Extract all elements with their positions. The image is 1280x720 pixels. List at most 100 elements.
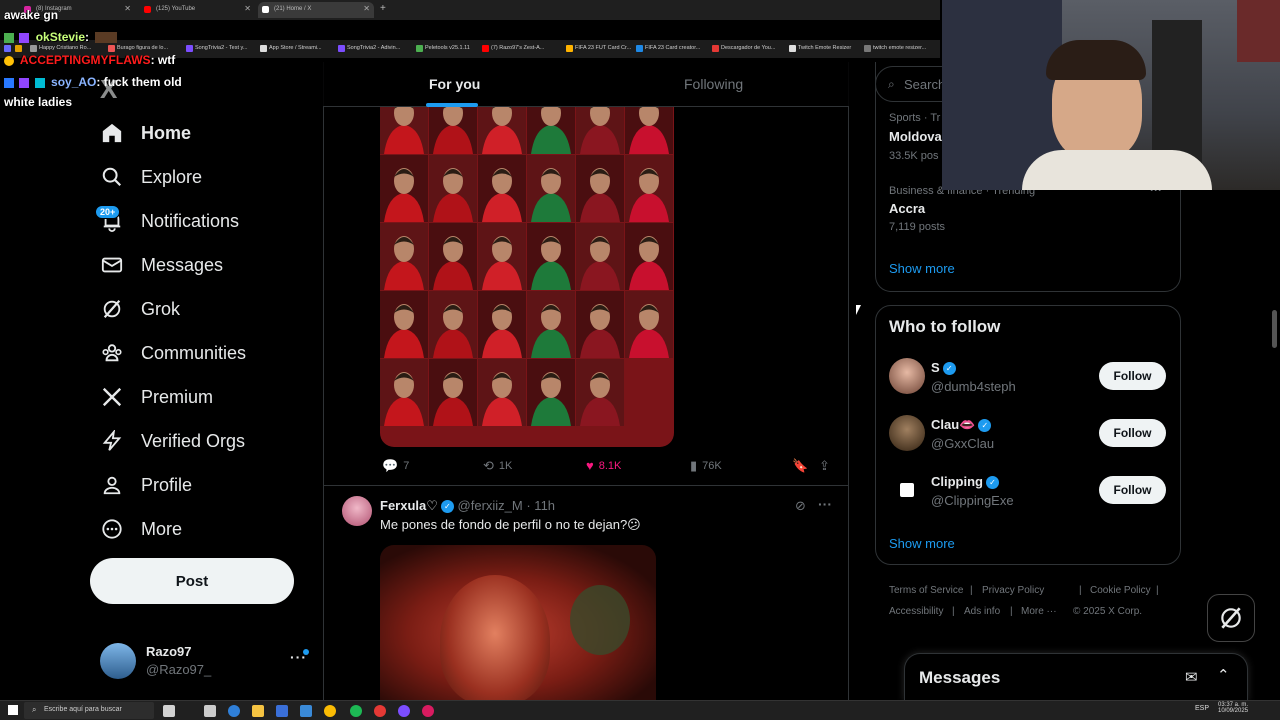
bookmark-item[interactable]: (7) Razo97's Zest-A... — [482, 45, 544, 52]
views-button[interactable]: ▮ 76K — [690, 458, 722, 474]
scrollbar-thumb[interactable] — [1272, 310, 1277, 348]
bookmark-item[interactable]: Peletools v25.1.11 — [416, 45, 470, 52]
clipping-logo-icon — [900, 483, 914, 497]
nav-premium[interactable]: Premium — [100, 380, 213, 414]
chevron-up-icon[interactable]: ⌃ — [1217, 666, 1230, 684]
language-indicator[interactable]: ESP — [1195, 705, 1209, 712]
app-icon[interactable] — [398, 705, 410, 717]
footer-link[interactable]: Accessibility — [889, 606, 943, 617]
task-view-icon[interactable] — [163, 705, 175, 717]
new-tab-button[interactable]: + — [380, 3, 386, 14]
bookmark-item[interactable]: Descargador de You... — [712, 45, 775, 52]
tweet-author-handle[interactable]: @ferxiiz_M — [458, 498, 523, 513]
tweet-image-collage[interactable] — [380, 107, 674, 447]
repost-count: 1K — [498, 460, 513, 472]
nav-verified-orgs[interactable]: Verified Orgs — [100, 424, 245, 458]
follow-button[interactable]: Follow — [1099, 476, 1166, 504]
edge-icon[interactable] — [228, 705, 240, 717]
tab-for-you[interactable]: For you — [429, 76, 480, 92]
post-button[interactable]: Post — [90, 558, 294, 604]
trend-topic[interactable]: Moldova — [889, 129, 942, 144]
tweet-time[interactable]: · 11h — [526, 498, 555, 513]
taskbar-search[interactable]: ⌕ Escribe aquí para buscar — [24, 702, 154, 719]
chrome-icon[interactable] — [324, 705, 336, 717]
bookmark-button[interactable]: 🔖 — [792, 458, 813, 474]
browser-tab-x[interactable]: (21) Home / X ✕ — [258, 2, 374, 18]
webcam-person-shirt — [1022, 150, 1212, 190]
bookmark-item[interactable]: SongTrivia2 - Test y... — [186, 45, 247, 52]
bookmark-item[interactable]: FIFA 23 FUT Card Cr... — [566, 45, 631, 52]
like-button[interactable]: ♥ 8.1K — [586, 458, 621, 473]
file-explorer-icon[interactable] — [252, 705, 264, 717]
apps-icon[interactable] — [4, 45, 11, 52]
bookmark-item[interactable]: App Store / Streami... — [260, 45, 322, 52]
nav-profile[interactable]: Profile — [100, 468, 192, 502]
close-icon[interactable]: ✕ — [363, 4, 370, 13]
widgets-icon[interactable] — [204, 705, 216, 717]
bookmark-item[interactable]: twitch emote resizer... — [864, 45, 926, 52]
more-options-icon[interactable]: ··· — [818, 496, 832, 512]
nav-communities[interactable]: Communities — [100, 336, 246, 370]
nav-home[interactable]: Home — [100, 116, 191, 150]
follow-button[interactable]: Follow — [1099, 362, 1166, 390]
mail-icon[interactable] — [300, 705, 312, 717]
messages-drawer[interactable]: Messages ✉ ⌃ — [904, 653, 1248, 701]
trend-topic[interactable]: Accra — [889, 201, 925, 216]
reply-button[interactable]: 💬 7 — [382, 458, 409, 474]
windows-start-icon[interactable] — [8, 705, 18, 715]
grok-floating-button[interactable] — [1207, 594, 1255, 642]
bookmark-item[interactable]: FIFA 23 Card creator... — [636, 45, 700, 52]
nav-label: Home — [141, 122, 192, 143]
avatar[interactable] — [889, 358, 925, 394]
nav-more[interactable]: More — [100, 512, 182, 546]
bookmark-item[interactable]: Happy Cristiano Ro... — [30, 45, 91, 52]
footer-link[interactable]: Cookie Policy — [1090, 585, 1151, 596]
notifications-badge: 20+ — [95, 205, 121, 219]
footer-more-link[interactable]: More ··· — [1021, 606, 1057, 617]
x-logo-icon[interactable]: X — [100, 74, 117, 105]
verified-badge-icon: ✓ — [942, 362, 956, 376]
account-switcher[interactable]: Razo97 @Razo97_ ··· — [100, 643, 310, 679]
view-count: 76K — [702, 460, 722, 472]
nav-grok[interactable]: Grok — [100, 292, 180, 326]
avatar[interactable] — [342, 496, 372, 526]
share-button[interactable]: ⇪ — [819, 458, 835, 474]
bookmark-item[interactable]: Twitch Emote Resizer — [789, 45, 851, 52]
suggestion-name[interactable]: S ✓ — [931, 360, 956, 376]
tweet-author-name[interactable]: Ferxula♡ — [380, 498, 438, 513]
footer-link[interactable]: Privacy Policy — [982, 585, 1044, 596]
show-more-link[interactable]: Show more — [889, 536, 955, 551]
spotify-icon[interactable] — [350, 705, 362, 717]
tab-following[interactable]: Following — [684, 76, 743, 92]
follow-button[interactable]: Follow — [1099, 419, 1166, 447]
footer-link[interactable]: Ads info — [964, 606, 1000, 617]
repost-button[interactable]: ⟲ 1K — [483, 458, 512, 474]
nav-messages[interactable]: Messages — [100, 248, 223, 282]
footer-link[interactable]: Terms of Service — [889, 585, 963, 596]
avatar[interactable] — [889, 415, 925, 451]
tweet-divider — [323, 485, 849, 486]
grok-icon[interactable]: ⊘ — [795, 498, 806, 514]
new-message-icon[interactable]: ✉ — [1185, 668, 1198, 686]
suggestion-name[interactable]: Clipping ✓ — [931, 474, 999, 490]
tweet-image[interactable] — [380, 545, 656, 705]
bookmark-item[interactable]: SongTrivia2 - Adivin... — [338, 45, 400, 52]
app-icon[interactable] — [374, 705, 386, 717]
search-icon — [100, 165, 124, 189]
close-icon[interactable]: ✕ — [124, 4, 131, 13]
account-handle: @Razo97_ — [146, 662, 212, 677]
show-more-link[interactable]: Show more — [889, 261, 955, 276]
bookmark-item[interactable]: Burago figura de lo... — [108, 45, 168, 52]
folder-icon[interactable] — [15, 45, 22, 52]
nav-label: Profile — [141, 474, 193, 495]
avatar[interactable] — [889, 472, 925, 508]
reply-count: 7 — [403, 460, 410, 472]
nav-notifications[interactable]: Notifications — [100, 204, 239, 238]
clock[interactable]: 03:37 a. m. 10/09/2025 — [1218, 702, 1248, 714]
browser-tab-youtube[interactable]: (125) YouTube ✕ — [140, 2, 255, 18]
store-icon[interactable] — [276, 705, 288, 717]
nav-explore[interactable]: Explore — [100, 160, 202, 194]
app-icon[interactable] — [422, 705, 434, 717]
suggestion-name[interactable]: Clau👄 ✓ — [931, 417, 992, 433]
close-icon[interactable]: ✕ — [244, 4, 251, 13]
